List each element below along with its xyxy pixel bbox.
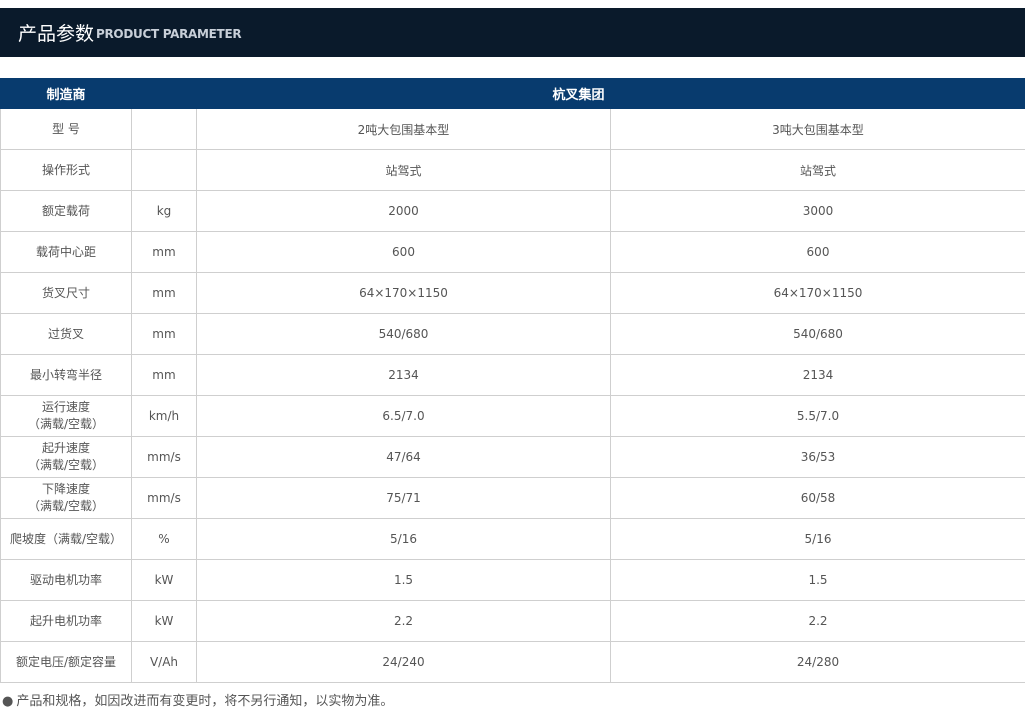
value-model-2: 64×170×1150: [610, 272, 1025, 314]
value-model-2: 3吨大包围基本型: [610, 108, 1025, 150]
param-unit: mm/s: [131, 477, 197, 519]
param-unit: mm/s: [131, 436, 197, 478]
param-label-text: 额定载荷: [41, 203, 90, 218]
table-row: 最小转弯半径 mm 2134 2134: [0, 354, 1025, 396]
param-unit: [131, 108, 197, 150]
table-row: 起升电机功率 kW 2.2 2.2: [0, 600, 1025, 642]
table-header-row: 制造商 杭叉集团: [0, 78, 1025, 109]
param-label: 过货叉: [0, 313, 132, 355]
param-label: 起升电机功率: [0, 600, 132, 642]
param-label: 载荷中心距: [0, 231, 132, 273]
param-label-text: 运行速度: [41, 400, 90, 414]
param-unit: mm: [131, 313, 197, 355]
value-model-1: 2吨大包围基本型: [196, 108, 611, 150]
table-row: 型 号 2吨大包围基本型 3吨大包围基本型: [0, 108, 1025, 150]
table-row: 操作形式 站驾式 站驾式: [0, 149, 1025, 191]
param-label-text: 下降速度: [41, 482, 90, 496]
param-unit: kW: [131, 600, 197, 642]
disclaimer-note: ● 产品和规格，如因改进而有变更时，将不另行通知，以实物为准。: [2, 690, 393, 709]
param-label-text: 起升速度: [41, 441, 90, 455]
table-row: 下降速度 （满载/空载） mm/s 75/71 60/58: [0, 477, 1025, 519]
manufacturer-value: 杭叉集团: [131, 78, 1025, 109]
param-unit: kW: [131, 559, 197, 601]
section-title: 产品参数: [18, 23, 95, 45]
value-model-2: 24/280: [610, 641, 1025, 683]
value-model-2: 540/680: [610, 313, 1025, 355]
value-model-2: 60/58: [610, 477, 1025, 519]
param-label: 下降速度 （满载/空载）: [0, 477, 132, 519]
param-label: 起升速度 （满载/空载）: [0, 436, 132, 478]
param-unit: [131, 149, 197, 191]
value-model-1: 5/16: [196, 518, 611, 560]
table-row: 额定电压/额定容量 V/Ah 24/240 24/280: [0, 641, 1025, 683]
param-label-text: 操作形式: [41, 162, 90, 177]
param-label: 额定载荷: [0, 190, 132, 232]
value-model-1: 1.5: [196, 559, 611, 601]
value-model-2: 5.5/7.0: [610, 395, 1025, 437]
table-row: 过货叉 mm 540/680 540/680: [0, 313, 1025, 355]
param-label-text: 起升电机功率: [29, 613, 102, 628]
param-label: 货叉尺寸: [0, 272, 132, 314]
value-model-2: 5/16: [610, 518, 1025, 560]
param-unit: V/Ah: [131, 641, 197, 683]
param-label-text: 最小转弯半径: [29, 367, 102, 382]
param-label: 型 号: [0, 108, 132, 150]
table-row: 驱动电机功率 kW 1.5 1.5: [0, 559, 1025, 601]
value-model-2: 1.5: [610, 559, 1025, 601]
section-banner: 产品参数 PRODUCT PARAMETER: [0, 8, 1025, 57]
value-model-2: 2134: [610, 354, 1025, 396]
table-row: 载荷中心距 mm 600 600: [0, 231, 1025, 273]
value-model-2: 2.2: [610, 600, 1025, 642]
value-model-2: 36/53: [610, 436, 1025, 478]
value-model-1: 47/64: [196, 436, 611, 478]
param-unit: mm: [131, 231, 197, 273]
table-row: 额定载荷 kg 2000 3000: [0, 190, 1025, 232]
disclaimer-text: 产品和规格，如因改进而有变更时，将不另行通知，以实物为准。: [16, 694, 394, 709]
param-label: 驱动电机功率: [0, 559, 132, 601]
param-label-text: 载荷中心距: [35, 244, 96, 259]
param-unit: %: [131, 518, 197, 560]
value-model-1: 600: [196, 231, 611, 273]
param-label-text: 额定电压/额定容量: [15, 654, 117, 669]
table-row: 爬坡度（满载/空载）% 5/16 5/16: [0, 518, 1025, 560]
value-model-1: 540/680: [196, 313, 611, 355]
param-label: 爬坡度（满载/空载）: [0, 518, 132, 560]
param-unit: mm: [131, 354, 197, 396]
param-label-note: （满载/空载）: [27, 417, 105, 431]
param-label-text: 爬坡度（满载/空载）: [9, 531, 123, 546]
manufacturer-label: 制造商: [0, 78, 132, 109]
table-row: 货叉尺寸 mm 64×170×1150 64×170×1150: [0, 272, 1025, 314]
param-unit: km/h: [131, 395, 197, 437]
value-model-2: 站驾式: [610, 149, 1025, 191]
value-model-1: 2134: [196, 354, 611, 396]
table-row: 起升速度 （满载/空载） mm/s 47/64 36/53: [0, 436, 1025, 478]
section-subtitle: PRODUCT PARAMETER: [96, 27, 242, 41]
param-label-text: 货叉尺寸: [41, 285, 90, 300]
value-model-1: 2000: [196, 190, 611, 232]
value-model-1: 2.2: [196, 600, 611, 642]
param-label-note: （满载/空载）: [27, 499, 105, 513]
param-label: 运行速度 （满载/空载）: [0, 395, 132, 437]
param-label-text: 过货叉: [47, 326, 84, 341]
param-label: 额定电压/额定容量: [0, 641, 132, 683]
param-label: 最小转弯半径: [0, 354, 132, 396]
value-model-1: 站驾式: [196, 149, 611, 191]
param-unit: kg: [131, 190, 197, 232]
param-label-text: 型 号: [52, 121, 80, 136]
value-model-1: 75/71: [196, 477, 611, 519]
param-label: 操作形式: [0, 149, 132, 191]
bullet-icon: ●: [2, 694, 14, 709]
param-unit: mm: [131, 272, 197, 314]
param-label-text: 驱动电机功率: [29, 572, 102, 587]
value-model-1: 6.5/7.0: [196, 395, 611, 437]
value-model-1: 24/240: [196, 641, 611, 683]
value-model-1: 64×170×1150: [196, 272, 611, 314]
value-model-2: 3000: [610, 190, 1025, 232]
param-label-note: （满载/空载）: [27, 458, 105, 472]
table-row: 运行速度 （满载/空载） km/h 6.5/7.0 5.5/7.0: [0, 395, 1025, 437]
product-parameter-table: 制造商 杭叉集团 型 号 2吨大包围基本型 3吨大包围基本型 操作形式 站驾式 站驾式 额定…: [0, 78, 1025, 683]
value-model-2: 600: [610, 231, 1025, 273]
